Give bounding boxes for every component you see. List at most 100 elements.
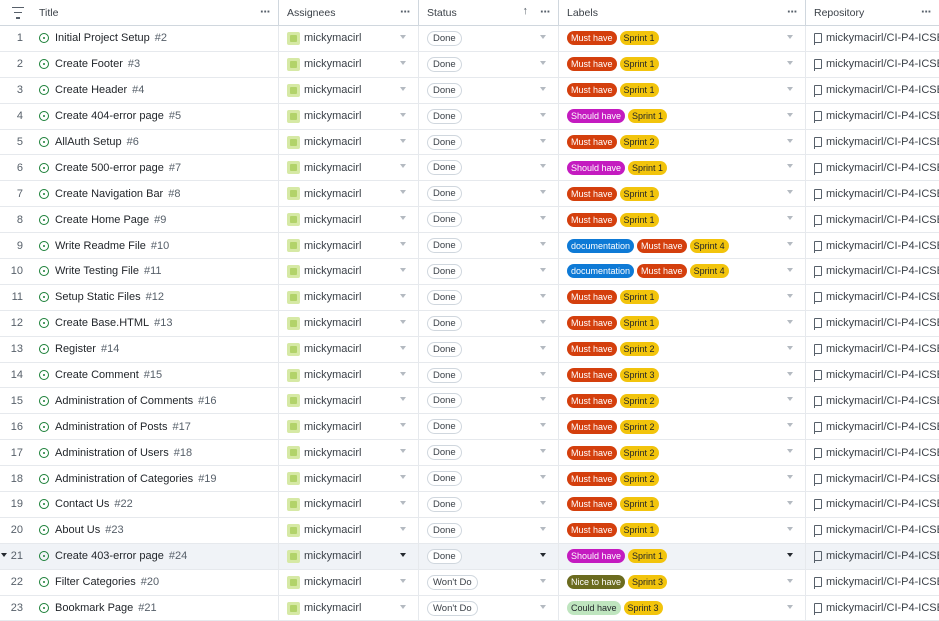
title-cell[interactable]: Register #14 xyxy=(35,336,279,362)
label-chip[interactable]: Must have xyxy=(567,83,617,98)
title-cell[interactable]: Write Testing File #11 xyxy=(35,259,279,284)
column-menu-icon[interactable]: ··· xyxy=(921,4,932,19)
column-menu-icon[interactable]: ··· xyxy=(400,4,411,19)
labels-cell[interactable]: Must have Sprint 1 xyxy=(559,51,806,77)
repository-cell[interactable]: mickymacirl/CI-P4-ICSB xyxy=(806,155,939,180)
chevron-down-icon[interactable] xyxy=(787,449,793,454)
repository-name[interactable]: mickymacirl/CI-P4-ICSB xyxy=(826,524,939,536)
assignees-cell[interactable]: mickymacirl xyxy=(279,129,419,155)
labels-cell[interactable]: Must have Sprint 1 xyxy=(559,181,806,207)
chevron-down-icon[interactable] xyxy=(540,216,546,221)
labels-cell[interactable]: Nice to have Sprint 3 xyxy=(559,569,806,595)
labels-cell[interactable]: documentation Must have Sprint 4 xyxy=(559,259,806,284)
chevron-down-icon[interactable] xyxy=(540,112,546,117)
label-chip[interactable]: Must have xyxy=(567,316,617,331)
label-chip[interactable]: Sprint 2 xyxy=(619,135,659,149)
title-cell[interactable]: Administration of Categories #19 xyxy=(35,466,279,492)
repository-cell[interactable]: mickymacirl/CI-P4-ICSB xyxy=(806,130,939,155)
chevron-down-icon[interactable] xyxy=(400,268,406,273)
status-cell[interactable]: Done xyxy=(419,440,559,466)
chevron-down-icon[interactable] xyxy=(787,604,793,609)
label-chip[interactable]: Must have xyxy=(567,523,617,538)
repository-name[interactable]: mickymacirl/CI-P4-ICSB xyxy=(826,84,939,96)
chevron-down-icon[interactable] xyxy=(540,190,546,195)
assignees-cell[interactable]: mickymacirl xyxy=(279,233,419,259)
repository-cell[interactable]: mickymacirl/CI-P4-ICSB xyxy=(806,388,939,413)
labels-cell[interactable]: Must have Sprint 1 xyxy=(559,310,806,336)
repository-name[interactable]: mickymacirl/CI-P4-ICSB xyxy=(826,110,939,122)
title-cell[interactable]: Administration of Comments #16 xyxy=(35,388,279,414)
label-chip[interactable]: Must have xyxy=(567,471,617,486)
repository-cell[interactable]: mickymacirl/CI-P4-ICSB xyxy=(806,233,939,258)
title-cell[interactable]: Create 403-error page #24 xyxy=(35,543,279,569)
issue-title[interactable]: Create Navigation Bar xyxy=(55,188,163,200)
label-chip[interactable]: Must have xyxy=(567,342,617,357)
assignees-cell[interactable]: mickymacirl xyxy=(279,26,419,51)
column-menu-icon[interactable]: ··· xyxy=(540,4,551,19)
repository-name[interactable]: mickymacirl/CI-P4-ICSB xyxy=(826,136,939,148)
repository-name[interactable]: mickymacirl/CI-P4-ICSB xyxy=(826,240,939,252)
title-cell[interactable]: Create 500-error page #7 xyxy=(35,155,279,181)
column-header-assignees[interactable]: Assignees ··· xyxy=(279,0,419,25)
status-cell[interactable]: Done xyxy=(419,466,559,492)
assignees-cell[interactable]: mickymacirl xyxy=(279,207,419,233)
label-chip[interactable]: documentation xyxy=(567,238,635,253)
title-cell[interactable]: Create Home Page #9 xyxy=(35,207,279,233)
repository-cell[interactable]: mickymacirl/CI-P4-ICSB xyxy=(806,207,939,232)
table-row[interactable]: 12 Create Base.HTML #13 mickymacirl Done Must… xyxy=(0,310,939,337)
labels-cell[interactable]: Must have Sprint 2 xyxy=(559,129,806,155)
label-chip[interactable]: Sprint 2 xyxy=(619,445,659,460)
repository-name[interactable]: mickymacirl/CI-P4-ICSB xyxy=(826,576,939,588)
title-cell[interactable]: Create Footer #3 xyxy=(35,51,279,77)
chevron-down-icon[interactable] xyxy=(400,86,406,91)
assignees-cell[interactable]: mickymacirl xyxy=(279,259,419,284)
issue-title[interactable]: Create 404-error page xyxy=(55,110,164,122)
labels-cell[interactable]: Must have Sprint 3 xyxy=(559,362,806,388)
labels-cell[interactable]: Must have Sprint 1 xyxy=(559,284,806,310)
repository-cell[interactable]: mickymacirl/CI-P4-ICSB xyxy=(806,26,939,51)
table-row[interactable]: 5 AllAuth Setup #6 mickymacirl Done Must have… xyxy=(0,129,939,156)
status-cell[interactable]: Done xyxy=(419,207,559,233)
chevron-down-icon[interactable] xyxy=(787,552,793,557)
chevron-down-icon[interactable] xyxy=(787,216,793,221)
status-cell[interactable]: Done xyxy=(419,129,559,155)
labels-cell[interactable]: Should have Sprint 1 xyxy=(559,155,806,181)
label-chip[interactable]: Sprint 2 xyxy=(619,419,659,434)
repository-cell[interactable]: mickymacirl/CI-P4-ICSB xyxy=(806,414,939,439)
label-chip[interactable]: Must have xyxy=(567,135,617,149)
issue-title[interactable]: Setup Static Files xyxy=(55,291,141,303)
chevron-down-icon[interactable] xyxy=(540,423,546,428)
assignees-cell[interactable]: mickymacirl xyxy=(279,284,419,310)
title-cell[interactable]: Create Base.HTML #13 xyxy=(35,310,279,336)
chevron-down-icon[interactable] xyxy=(540,86,546,91)
label-chip[interactable]: Sprint 2 xyxy=(619,342,659,357)
status-cell[interactable]: Done xyxy=(419,310,559,336)
repository-name[interactable]: mickymacirl/CI-P4-ICSB xyxy=(826,188,939,200)
issue-title[interactable]: Administration of Categories xyxy=(55,473,193,485)
label-chip[interactable]: Should have xyxy=(567,160,626,175)
title-cell[interactable]: Create Comment #15 xyxy=(35,362,279,388)
repository-name[interactable]: mickymacirl/CI-P4-ICSB xyxy=(826,291,939,303)
repository-cell[interactable]: mickymacirl/CI-P4-ICSB xyxy=(806,259,939,284)
label-chip[interactable]: Must have xyxy=(567,290,617,305)
status-cell[interactable]: Done xyxy=(419,181,559,207)
labels-cell[interactable]: Should have Sprint 1 xyxy=(559,103,806,129)
label-chip[interactable]: Must have xyxy=(567,57,617,72)
label-chip[interactable]: Sprint 1 xyxy=(619,31,659,46)
repository-name[interactable]: mickymacirl/CI-P4-ICSB xyxy=(826,343,939,355)
title-cell[interactable]: Administration of Users #18 xyxy=(35,440,279,466)
title-cell[interactable]: Contact Us #22 xyxy=(35,492,279,517)
issue-title[interactable]: Create Base.HTML xyxy=(55,317,149,329)
chevron-down-icon[interactable] xyxy=(400,345,406,350)
label-chip[interactable]: Sprint 3 xyxy=(628,575,668,590)
labels-cell[interactable]: Must have Sprint 1 xyxy=(559,77,806,103)
column-menu-icon[interactable]: ··· xyxy=(787,4,798,19)
status-cell[interactable]: Done xyxy=(419,26,559,51)
title-cell[interactable]: Write Readme File #10 xyxy=(35,233,279,259)
labels-cell[interactable]: Must have Sprint 1 xyxy=(559,492,806,517)
sort-ascending-icon[interactable]: ↑ xyxy=(523,5,529,17)
issue-title[interactable]: Register xyxy=(55,343,96,355)
chevron-down-icon[interactable] xyxy=(540,449,546,454)
issue-title[interactable]: About Us xyxy=(55,524,100,536)
chevron-down-icon[interactable] xyxy=(400,164,406,169)
